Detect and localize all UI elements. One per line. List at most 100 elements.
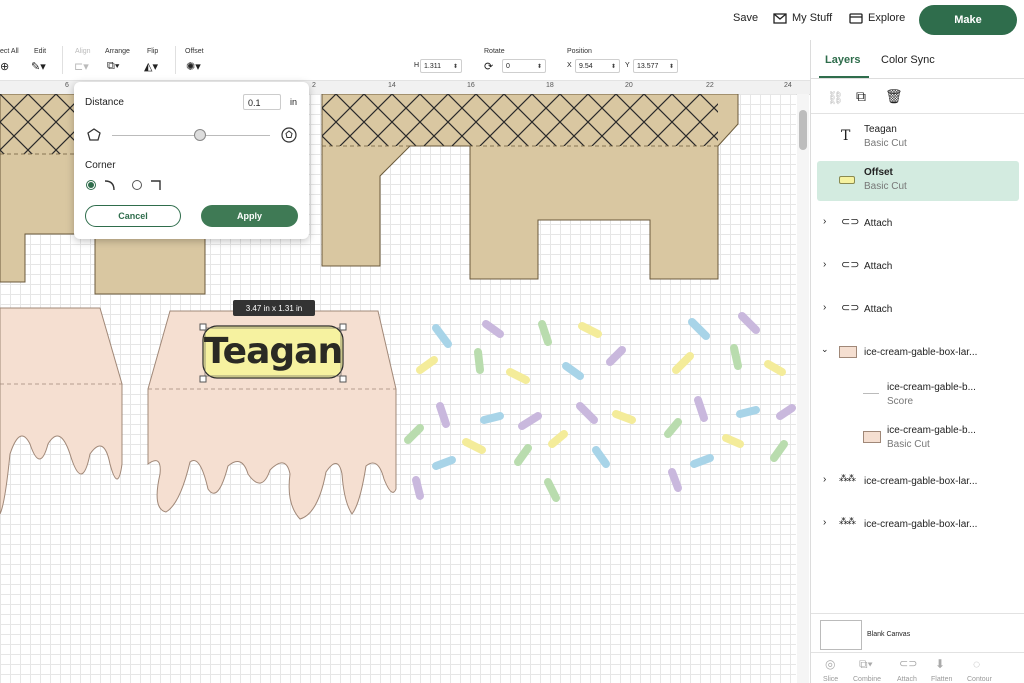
square-corner-radio[interactable] — [132, 180, 142, 190]
cancel-button[interactable]: Cancel — [85, 205, 181, 227]
attach-label: Attach — [897, 676, 917, 683]
layer-name: Attach — [864, 218, 893, 229]
layer-row[interactable]: T Teagan Basic Cut — [817, 118, 1019, 158]
blank-canvas-swatch[interactable] — [820, 620, 862, 650]
corner-label: Corner — [85, 160, 116, 171]
cone-shape-right[interactable] — [321, 94, 739, 280]
y-position-input[interactable]: 13.577 ⬍ — [633, 59, 678, 73]
layer-row[interactable]: ⌄ ice-cream-gable-box-lar... — [817, 333, 1019, 373]
ruler-tick: 2 — [312, 82, 316, 89]
save-link[interactable]: Save — [733, 12, 758, 24]
icing-drip-left[interactable] — [0, 307, 123, 515]
select-all-label: ect All — [0, 48, 19, 55]
tab-color-sync[interactable]: Color Sync — [881, 54, 935, 66]
height-input[interactable]: 1.311 ⬍ — [420, 59, 462, 73]
layer-row-selected[interactable]: Offset Basic Cut — [817, 161, 1019, 201]
score-line-icon — [863, 393, 879, 394]
teagan-text[interactable]: Teagan — [204, 326, 343, 376]
arrange-label: Arrange — [105, 48, 130, 55]
chevron-right-icon[interactable]: › — [823, 474, 826, 485]
distance-slider-track[interactable] — [112, 135, 270, 136]
toolbar-divider — [62, 46, 63, 74]
y-label: Y — [625, 62, 630, 69]
distance-input[interactable]: 0.1 — [243, 94, 281, 110]
toolbar-divider — [175, 46, 176, 74]
chevron-right-icon[interactable]: › — [823, 517, 826, 528]
edit-toolbar: ect All ⊕ Edit ✎▾ Align ⊏▾ Arrange ⧉▾ Fl… — [0, 40, 810, 81]
slice-icon[interactable]: ◎ — [825, 657, 835, 671]
flatten-icon[interactable]: ⬇ — [935, 657, 945, 671]
square-corner-icon — [151, 180, 161, 190]
select-all-icon[interactable]: ⊕ — [0, 60, 9, 73]
distance-slider-thumb[interactable] — [194, 129, 206, 141]
layer-row[interactable]: ice-cream-gable-b... Basic Cut — [817, 419, 1019, 459]
top-header: Save My Stuff Explore Make — [0, 0, 1024, 40]
ruler-tick: 22 — [706, 82, 714, 89]
offset-icon[interactable]: ✺▾ — [186, 60, 201, 73]
tab-layers[interactable]: Layers — [825, 54, 860, 66]
apply-button[interactable]: Apply — [201, 205, 298, 227]
ungroup-icon[interactable]: ⛓ — [827, 90, 844, 106]
large-offset-icon — [281, 127, 297, 143]
chevron-right-icon[interactable]: › — [823, 302, 826, 313]
combine-icon[interactable]: ⧉▾ — [859, 657, 873, 672]
offset-popover: Distance 0.1 in Corner Cancel Apply — [74, 82, 309, 239]
attach-icon: ⊂⊃ — [841, 216, 860, 228]
layer-row[interactable]: › ⊂⊃ Attach — [817, 204, 1019, 244]
flatten-label: Flatten — [931, 676, 953, 683]
chevron-right-icon[interactable]: › — [823, 216, 826, 227]
layer-name: ice-cream-gable-b... — [887, 425, 976, 436]
arrange-icon[interactable]: ⧉▾ — [107, 60, 119, 73]
layer-row[interactable]: › ⊂⊃ Attach — [817, 290, 1019, 330]
layer-name: ice-cream-gable-box-lar... — [864, 347, 978, 358]
height-label: H — [414, 62, 420, 69]
canvas-scrollbar[interactable] — [797, 94, 809, 683]
layer-row[interactable]: › ⁂⁂ ice-cream-gable-box-lar... — [817, 505, 1019, 545]
ruler-tick: 18 — [546, 82, 554, 89]
attach-icon: ⊂⊃ — [841, 302, 860, 314]
attach-icon: ⊂⊃ — [841, 259, 860, 271]
contour-icon[interactable]: ◌ — [973, 657, 980, 671]
layer-operation: Basic Cut — [887, 439, 930, 450]
ruler-tick: 6 — [65, 82, 69, 89]
explore-link[interactable]: Explore — [849, 12, 905, 24]
panel-divider — [811, 652, 1024, 653]
my-stuff-label: My Stuff — [792, 12, 833, 24]
panel-divider — [811, 613, 1024, 614]
ruler-tick: 16 — [467, 82, 475, 89]
duplicate-icon[interactable]: ⧉ — [856, 88, 866, 105]
layer-operation: Score — [887, 396, 914, 407]
chevron-down-icon[interactable]: ⌄ — [821, 344, 829, 355]
distance-label: Distance — [85, 97, 124, 108]
layer-name: ice-cream-gable-box-lar... — [864, 519, 978, 530]
trash-icon[interactable]: 🗑 — [885, 88, 903, 105]
drip-thumbnail-icon — [863, 431, 881, 443]
layer-row[interactable]: ice-cream-gable-b... Score — [817, 376, 1019, 416]
chevron-right-icon[interactable]: › — [823, 259, 826, 270]
contour-label: Contour — [967, 676, 992, 683]
blank-canvas-label: Blank Canvas — [867, 631, 911, 638]
sprinkles-thumbnail-icon: ⁂⁂ — [839, 516, 856, 526]
layer-row[interactable]: › ⊂⊃ Attach — [817, 247, 1019, 287]
layer-name: ice-cream-gable-box-lar... — [864, 476, 978, 487]
layer-row[interactable]: › ⁂⁂ ice-cream-gable-box-lar... — [817, 462, 1019, 502]
flip-icon[interactable]: ◭▾ — [144, 60, 158, 73]
scrollbar-thumb[interactable] — [799, 110, 807, 150]
rounded-corner-radio[interactable] — [86, 180, 96, 190]
make-button[interactable]: Make — [919, 5, 1017, 35]
explore-icon — [849, 12, 863, 24]
rounded-corner-icon — [104, 180, 115, 191]
group-thumbnail-icon — [839, 346, 857, 358]
layer-name: Offset — [864, 167, 893, 178]
rotate-label: Rotate — [484, 48, 505, 55]
align-icon[interactable]: ⊏▾ — [74, 60, 89, 73]
my-stuff-link[interactable]: My Stuff — [773, 12, 832, 24]
x-label: X — [567, 62, 572, 69]
edit-pencil-icon[interactable]: ✎▾ — [31, 60, 46, 73]
rotate-input[interactable]: 0 ⬍ — [502, 59, 546, 73]
layer-name: Teagan — [864, 124, 897, 135]
layers-panel: Layers Color Sync ⛓ ⧉ 🗑 T Teagan Basic C… — [810, 40, 1024, 683]
attach-icon[interactable]: ⊂⊃ — [899, 657, 917, 670]
sprinkles-group[interactable] — [404, 312, 796, 502]
x-position-input[interactable]: 9.54 ⬍ — [575, 59, 620, 73]
